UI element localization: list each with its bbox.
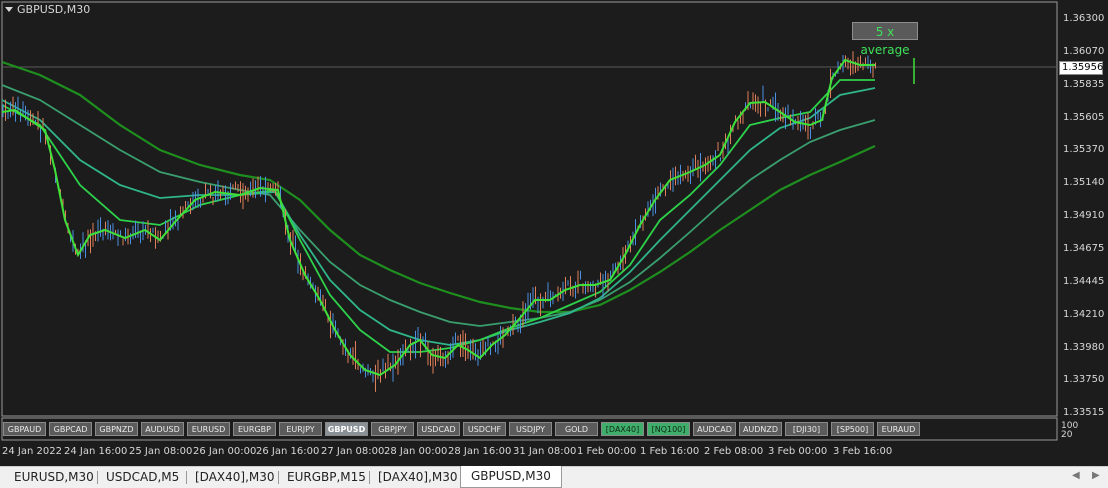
chart-tab[interactable]: EURUSD,M30: [14, 467, 94, 487]
time-tick-label: 3 Feb 00:00: [768, 446, 828, 457]
chart-menu-triangle-icon[interactable]: [5, 7, 13, 12]
price-tick-label: 1.33750: [1063, 374, 1105, 386]
symbol-button-eurgbp[interactable]: EURGBP: [233, 422, 276, 436]
symbol-button-gold[interactable]: GOLD: [555, 422, 598, 436]
current-price-label: 1.35956: [1059, 61, 1103, 75]
symbol-button-gbpusd[interactable]: GBPUSD: [325, 422, 368, 436]
chart-tab[interactable]: EURGBP,M15: [287, 467, 366, 487]
chart-window[interactable]: GBPUSD,M30 5 x average 1.36300 1.36070 1.3…: [0, 0, 1108, 466]
time-tick-label: 1 Feb 16:00: [640, 446, 700, 457]
symbol-button-euraud[interactable]: EURAUD: [877, 422, 920, 436]
chart-tab[interactable]: [DAX40],M30: [195, 467, 275, 487]
symbol-button-gbpnzd[interactable]: GBPNZD: [95, 422, 138, 436]
symbol-button-audusd[interactable]: AUDUSD: [141, 422, 184, 436]
price-tick-label: 1.34910: [1063, 210, 1105, 222]
scroll-left-icon[interactable]: ◀: [1072, 470, 1080, 481]
price-tick-label: 1.35835: [1063, 78, 1105, 90]
price-tick-label: 1.35140: [1063, 177, 1105, 189]
price-tick-label: 1.33980: [1063, 341, 1105, 353]
time-tick-label: 3 Feb 16:00: [833, 446, 893, 457]
price-tick-label: 1.34210: [1063, 308, 1105, 320]
time-tick-label: 27 Jan 08:00: [321, 446, 385, 457]
price-tick-label: 1.36070: [1063, 45, 1105, 57]
average-tooltip: 5 x average: [852, 22, 918, 57]
tab-separator: [186, 471, 187, 484]
time-tick-label: 26 Jan 16:00: [256, 446, 320, 457]
ma-line-fast: [1, 79, 875, 353]
symbol-button-gbpcad[interactable]: GBPCAD: [49, 422, 92, 436]
price-tick-label: 1.34675: [1063, 242, 1105, 254]
price-tick-label: 1.35370: [1063, 144, 1105, 156]
price-tick-label: 1.33515: [1063, 407, 1105, 419]
indicator-scale-bottom: 20: [1061, 430, 1073, 440]
time-tick-label: 31 Jan 08:00: [513, 446, 577, 457]
time-tick-label: 28 Jan 16:00: [448, 446, 512, 457]
symbol-button-eurusd[interactable]: EURUSD: [187, 422, 230, 436]
main-pane-border: [1, 1, 1058, 417]
time-tick-label: 2 Feb 08:00: [704, 446, 764, 457]
time-tick-label: 26 Jan 00:00: [193, 446, 257, 457]
symbol-button-nq100[interactable]: [NQ100]: [647, 422, 690, 436]
tab-separator: [97, 471, 98, 484]
chart-tab[interactable]: GBPUSD,M30: [460, 466, 562, 488]
symbol-button-usdchf[interactable]: USDCHF: [463, 422, 506, 436]
symbol-button-sp500[interactable]: [SP500]: [831, 422, 874, 436]
ma-line-mid: [1, 87, 876, 346]
scroll-right-icon[interactable]: ▶: [1092, 470, 1100, 481]
price-tick-label: 1.36300: [1063, 13, 1105, 24]
symbol-button-audnzd[interactable]: AUDNZD: [739, 422, 782, 436]
symbol-button-usdcad[interactable]: USDCAD: [417, 422, 460, 436]
chart-title: GBPUSD,M30: [17, 3, 91, 16]
ma-line-slowest: [1, 60, 876, 314]
time-tick-label: 24 Jan 16:00: [64, 446, 128, 457]
chart-tab[interactable]: [DAX40],M30: [378, 467, 458, 487]
chart-tab-bar: EURUSD,M30 USDCAD,M5 [DAX40],M30 EURGBP,M15…: [0, 466, 1108, 488]
time-tick-label: 24 Jan 2022: [2, 446, 62, 457]
symbol-button-gbpjpy[interactable]: GBPJPY: [371, 422, 414, 436]
tab-separator: [278, 471, 279, 484]
time-tick-label: 1 Feb 00:00: [577, 446, 637, 457]
price-chart[interactable]: [0, 0, 1108, 466]
tab-separator: [369, 471, 370, 484]
price-tick-label: 1.35605: [1063, 111, 1105, 123]
symbol-button-audcad[interactable]: AUDCAD: [693, 422, 736, 436]
symbol-button-dax40[interactable]: [DAX40]: [601, 422, 644, 436]
symbol-button-eurjpy[interactable]: EURJPY: [279, 422, 322, 436]
symbol-button-usdjpy[interactable]: USDJPY: [509, 422, 552, 436]
chart-tab[interactable]: USDCAD,M5: [106, 467, 179, 487]
symbol-button-gbpaud[interactable]: GBPAUD: [3, 422, 46, 436]
price-tick-label: 1.34445: [1063, 275, 1105, 287]
time-tick-label: 28 Jan 00:00: [384, 446, 448, 457]
time-tick-label: 25 Jan 08:00: [129, 446, 193, 457]
symbol-button-dji30[interactable]: [DJI30]: [785, 422, 828, 436]
ma-line-fastest: [1, 58, 875, 377]
